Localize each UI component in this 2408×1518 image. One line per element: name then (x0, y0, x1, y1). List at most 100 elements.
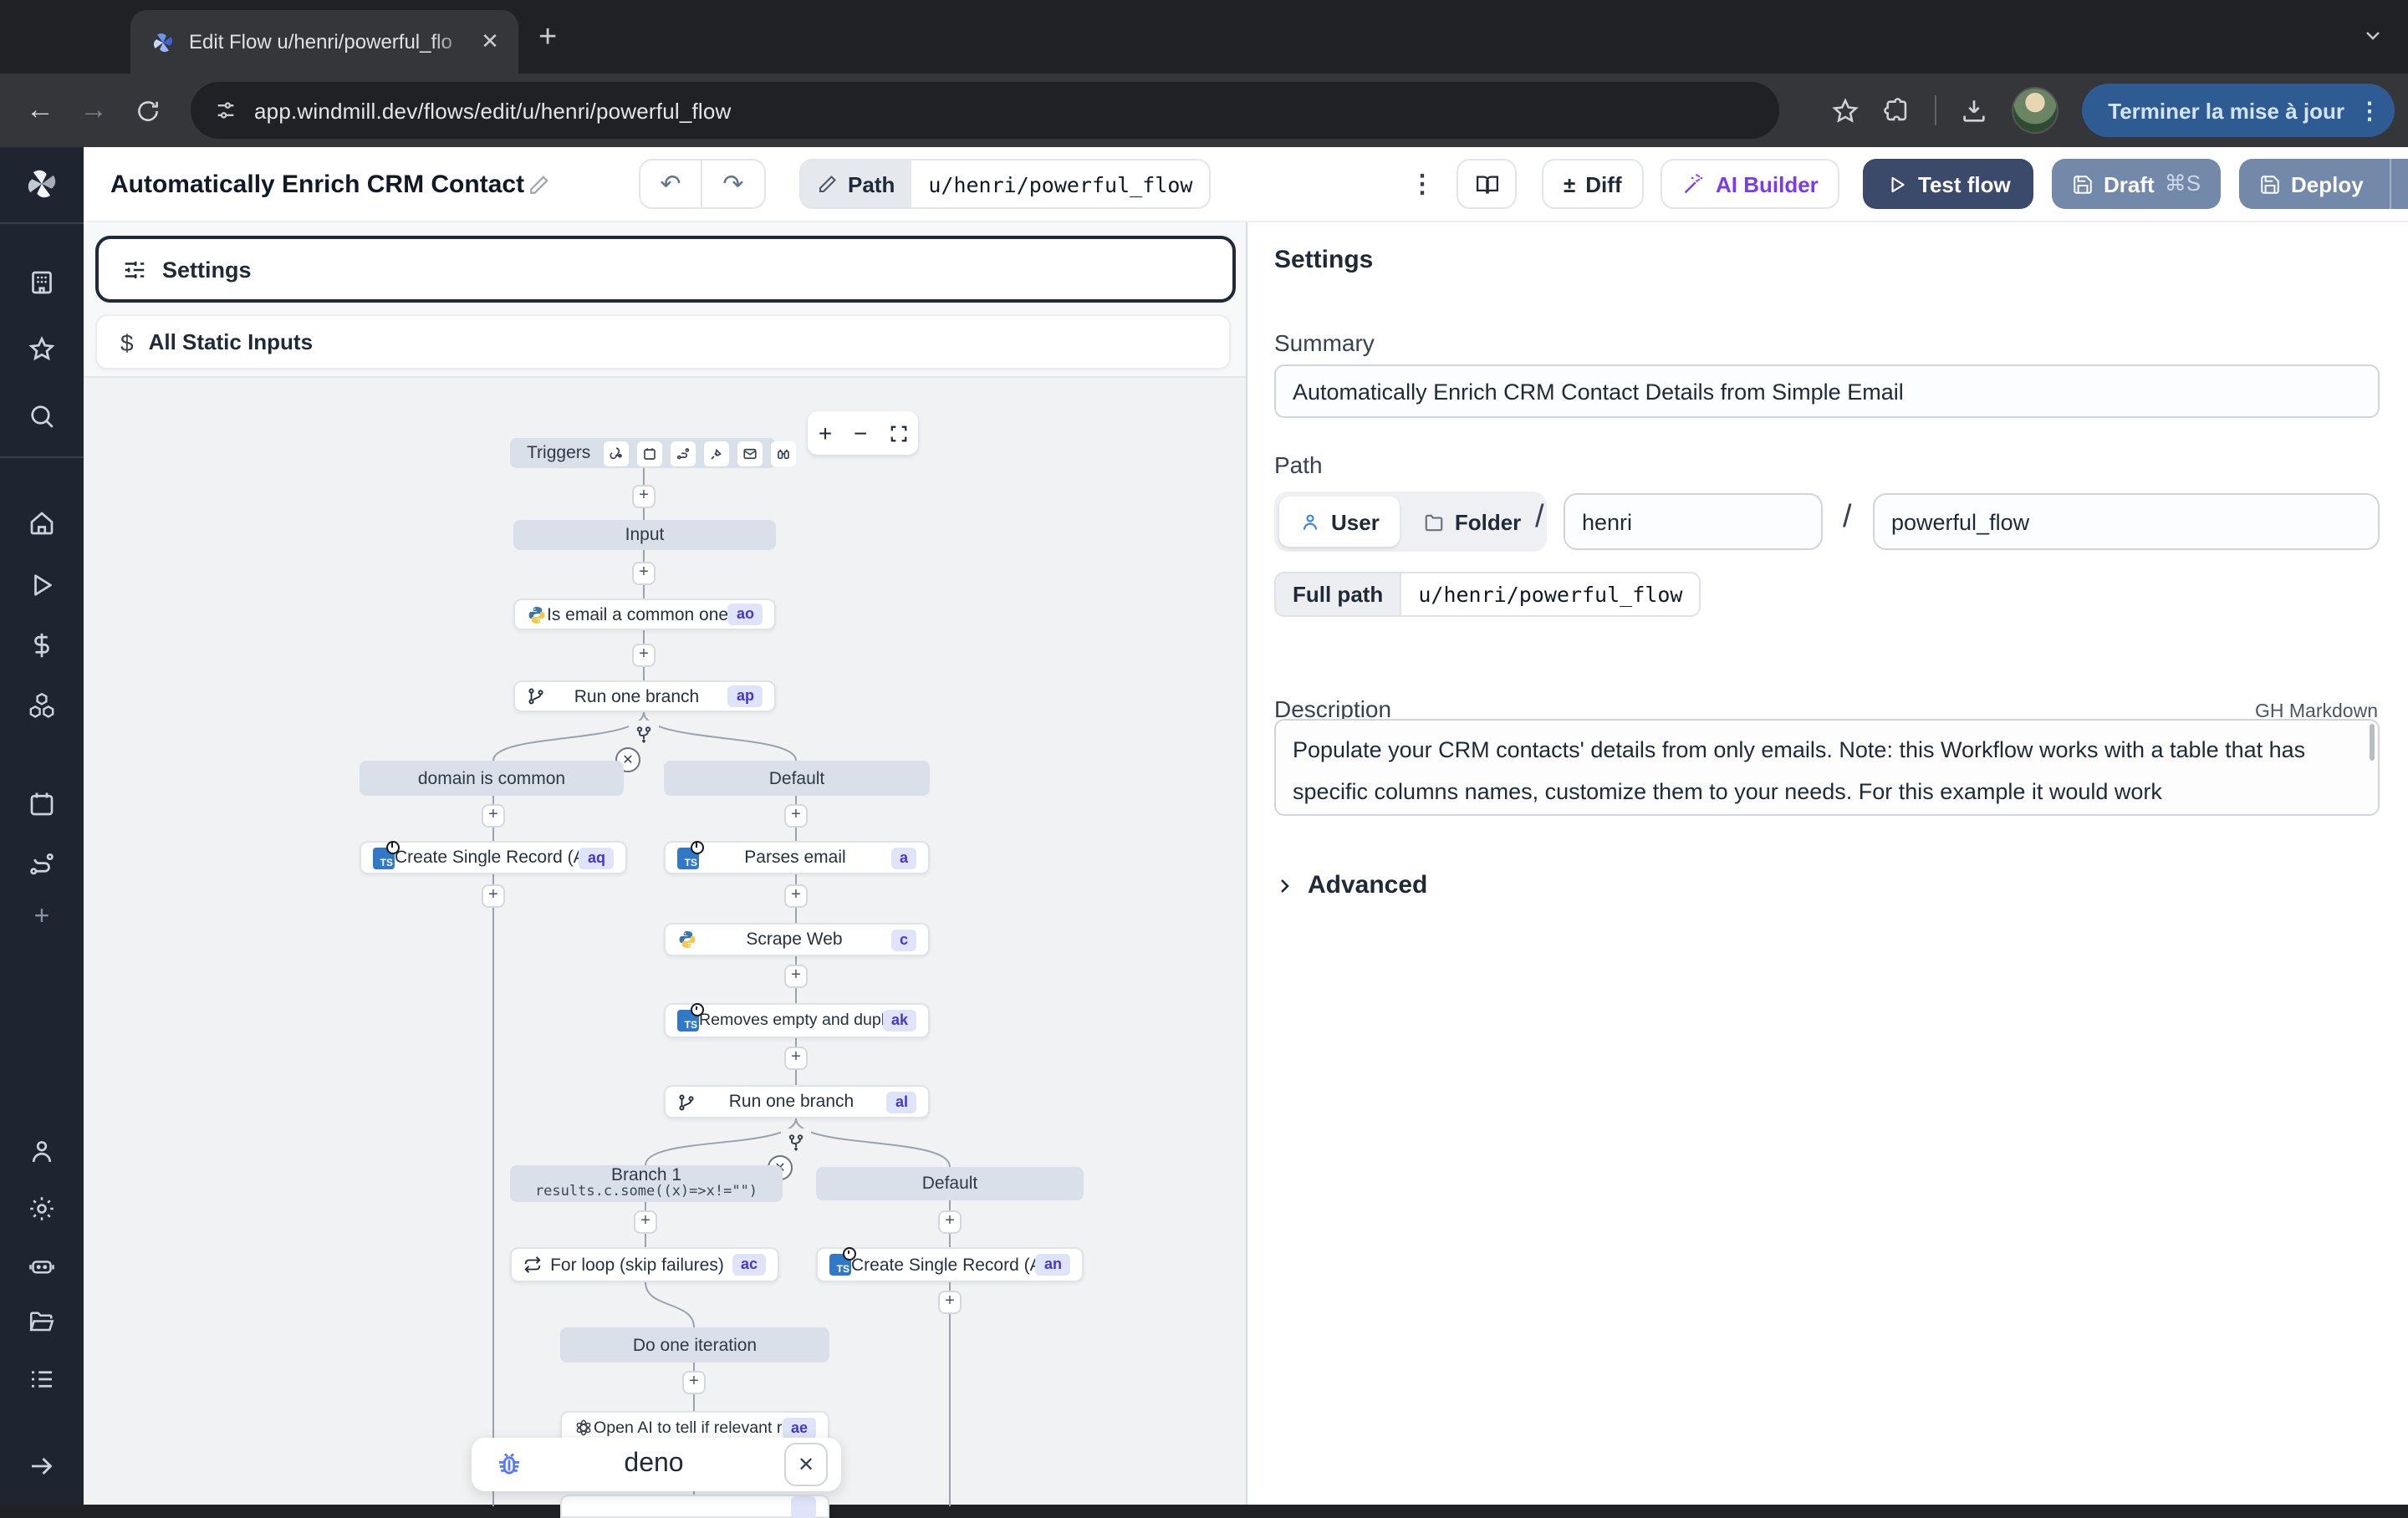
websocket-trigger-icon[interactable] (704, 441, 729, 466)
add-step-button[interactable]: + (938, 1291, 962, 1314)
flow-branch-default-1[interactable]: Default (664, 761, 930, 796)
email-trigger-icon[interactable] (737, 441, 763, 466)
flow-node-aq[interactable]: TS Create Single Record (Airtable) aq (360, 841, 627, 874)
add-step-button[interactable]: + (482, 804, 505, 828)
zoom-out-button[interactable]: − (854, 420, 867, 446)
windmill-logo-icon[interactable] (23, 166, 60, 202)
add-step-button[interactable]: + (634, 1210, 657, 1234)
flow-node-ac[interactable]: For loop (skip failures) ac (510, 1247, 779, 1282)
flow-node-a[interactable]: TS Parses email a (664, 841, 930, 874)
sidebar-item-variables[interactable] (27, 630, 57, 660)
close-icon[interactable]: ✕ (784, 1443, 828, 1486)
flow-node-ak[interactable]: TS Removes empty and duplicates ak (664, 1003, 930, 1038)
site-settings-icon[interactable] (214, 99, 237, 122)
path-name-input[interactable] (1873, 493, 2380, 550)
user-toggle-button[interactable]: User (1279, 497, 1400, 547)
url-text[interactable]: app.windmill.dev/flows/edit/u/henri/powe… (254, 98, 732, 123)
flow-node-c[interactable]: Scrape Web c (664, 923, 930, 956)
sidebar-item-schedules[interactable] (27, 789, 57, 819)
sidebar-item-favorites[interactable] (27, 334, 57, 364)
more-menu-icon[interactable]: ⋮ (1410, 169, 1435, 199)
flow-branch-1[interactable]: Branch 1 results.c.some((x)=>x!="") (510, 1165, 783, 1202)
undo-button[interactable]: ↶ (639, 159, 702, 209)
avatar[interactable] (2011, 87, 2058, 134)
reload-icon[interactable] (124, 87, 171, 134)
advanced-section-toggle[interactable]: Advanced (1274, 871, 1427, 899)
redo-button[interactable]: ↷ (702, 159, 766, 209)
flow-branch-domain-is-common[interactable]: domain is common (360, 761, 624, 796)
flow-node-do-one-iteration[interactable]: Do one iteration (560, 1327, 829, 1363)
diff-button[interactable]: ± Diff (1542, 159, 1644, 209)
flow-branch-default-2[interactable]: Default (816, 1167, 1084, 1200)
fit-view-button[interactable] (889, 424, 907, 442)
flow-node-ap[interactable]: Run one branch ap (513, 680, 776, 712)
add-step-button[interactable]: + (784, 965, 808, 988)
url-bar[interactable]: app.windmill.dev/flows/edit/u/henri/powe… (191, 82, 1779, 139)
new-tab-button[interactable]: + (538, 20, 557, 57)
draft-button[interactable]: Draft ⌘S (2052, 159, 2221, 209)
bookmark-star-icon[interactable] (1830, 96, 1859, 125)
schedule-trigger-icon[interactable] (637, 441, 662, 466)
sidebar-item-folders[interactable] (27, 1307, 57, 1337)
extensions-icon[interactable] (1882, 96, 1911, 125)
download-icon[interactable] (1959, 96, 1987, 125)
python-icon (677, 930, 697, 950)
path-pill[interactable]: Path u/henri/powerful_flow (799, 159, 1211, 209)
add-step-button[interactable]: + (632, 485, 656, 508)
deploy-button[interactable]: Deploy (2239, 159, 2408, 209)
forward-icon[interactable]: → (70, 87, 117, 134)
add-step-button[interactable]: + (784, 1047, 808, 1070)
sidebar-item-workspace[interactable] (27, 267, 57, 298)
add-step-button[interactable]: + (632, 562, 656, 585)
sidebar-item-search[interactable] (27, 401, 57, 431)
flow-node-al[interactable]: Run one branch al (664, 1085, 930, 1118)
browser-menu-icon[interactable]: ⋮ (2358, 99, 2381, 122)
sidebar-item-runs[interactable] (27, 570, 57, 600)
add-step-button[interactable]: + (682, 1371, 706, 1394)
deploy-dropdown-chevron-icon[interactable] (2402, 175, 2408, 193)
sidebar-item-add[interactable]: + (27, 903, 57, 933)
deno-language-popup[interactable]: deno ✕ (472, 1438, 841, 1491)
flow-canvas[interactable]: + − Triggers + Input + Is email a common… (84, 376, 1246, 1505)
ai-builder-button[interactable]: AI Builder (1661, 159, 1840, 209)
sidebar-item-logs[interactable] (27, 1364, 57, 1394)
add-step-button[interactable]: + (482, 884, 505, 908)
flow-node-an[interactable]: TS Create Single Record (Airtable) an (816, 1247, 1084, 1282)
tab-search-chevron-icon[interactable] (2351, 13, 2395, 57)
sidebar-item-workers[interactable] (27, 1251, 57, 1281)
sidebar-item-routes[interactable] (27, 849, 57, 879)
sidebar-item-resources[interactable] (27, 690, 57, 721)
sidebar-item-user[interactable] (27, 1137, 57, 1167)
sidebar-item-settings[interactable] (27, 1194, 57, 1224)
flow-title-text: Automatically Enrich CRM Contact (110, 170, 524, 198)
back-icon[interactable]: ← (17, 87, 64, 134)
settings-module-button[interactable]: Settings (95, 236, 1236, 303)
add-step-button[interactable]: + (784, 884, 808, 908)
browser-update-button[interactable]: Terminer la mise à jour ⋮ (2081, 84, 2395, 137)
folder-toggle-button[interactable]: Folder (1403, 497, 1541, 547)
all-static-inputs-button[interactable]: $ All Static Inputs (95, 314, 1231, 369)
tab-close-icon[interactable]: ✕ (475, 27, 505, 57)
description-textarea[interactable]: Populate your CRM contacts' details from… (1274, 719, 2380, 816)
add-step-button[interactable]: + (632, 644, 656, 667)
test-flow-button[interactable]: Test flow (1863, 159, 2034, 209)
zoom-in-button[interactable]: + (819, 420, 832, 446)
browser-tab[interactable]: Edit Flow u/henri/powerful_flo ✕ (130, 10, 518, 74)
flow-node-ao[interactable]: Is email a common one? ao (513, 599, 776, 630)
triggers-bar[interactable]: Triggers (510, 438, 776, 468)
add-step-button[interactable]: + (938, 1210, 962, 1234)
flow-node-partial[interactable] (560, 1495, 829, 1518)
custom-trigger-icon[interactable] (771, 441, 796, 466)
path-owner-input[interactable] (1564, 493, 1823, 550)
flow-title[interactable]: Automatically Enrich CRM Contact (110, 170, 549, 198)
summary-input[interactable] (1274, 364, 2380, 418)
flow-node-input[interactable]: Input (513, 520, 776, 550)
textarea-scrollbar[interactable] (2370, 724, 2375, 761)
webhook-trigger-icon[interactable] (604, 441, 629, 466)
route-trigger-icon[interactable] (671, 441, 696, 466)
docs-button[interactable] (1457, 159, 1517, 209)
sidebar-expand-icon[interactable] (27, 1451, 57, 1481)
add-step-button[interactable]: + (784, 804, 808, 828)
edit-title-pencil-icon[interactable] (528, 173, 549, 195)
sidebar-item-home[interactable] (27, 508, 57, 538)
